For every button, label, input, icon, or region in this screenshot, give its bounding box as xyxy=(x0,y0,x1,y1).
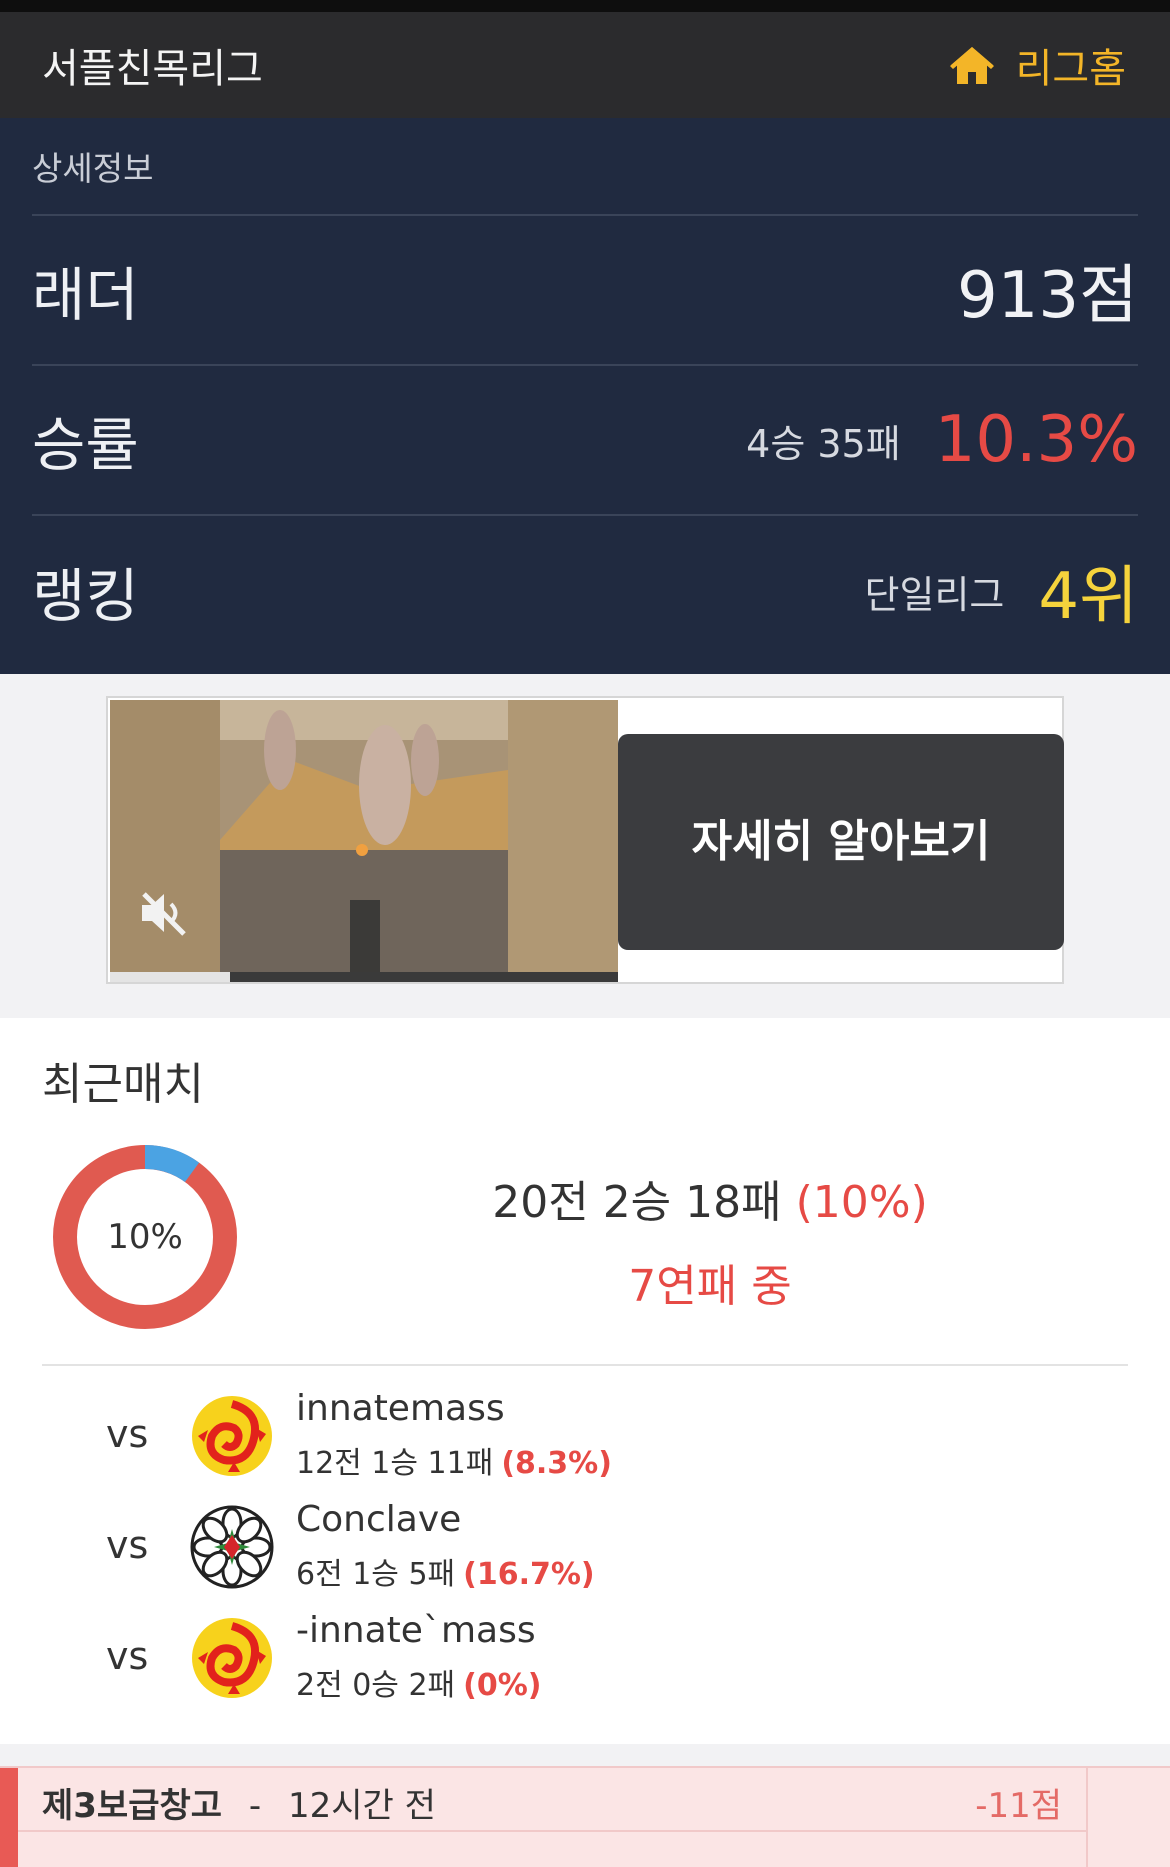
league-home-label: 리그홈 xyxy=(1015,46,1126,92)
opponent-pct: (0%) xyxy=(463,1668,542,1703)
ranking-league: 단일리그 xyxy=(864,572,1005,617)
winrate-row: 승률 4승 35패 10.3% xyxy=(32,366,1138,516)
donut-label: 10% xyxy=(107,1217,183,1257)
last-match-card[interactable]: 제3보급창고 - 12시간 전 -11점 xyxy=(0,1766,1170,1867)
recent-record: 20전 2승 18패 xyxy=(492,1177,782,1228)
last-match-separator: - xyxy=(248,1786,262,1826)
recent-summary: 20전 2승 18패 (10%) xyxy=(360,1166,1060,1230)
status-strip xyxy=(0,0,1170,12)
ladder-label: 래더 xyxy=(32,261,139,329)
ad-video[interactable] xyxy=(110,700,618,982)
winrate-value: 10.3% xyxy=(934,403,1138,477)
home-icon xyxy=(949,47,994,84)
vs-label: vs xyxy=(106,1412,149,1456)
opponent-pct: (8.3%) xyxy=(501,1446,612,1481)
opponent-record-text: 6전 1승 5패 xyxy=(296,1557,456,1592)
recent-pct: (10%) xyxy=(795,1177,928,1228)
league-home-link[interactable]: 리그홈 xyxy=(948,36,1126,94)
winrate-label: 승률 xyxy=(32,411,139,479)
opponent-record: 12전 1승 11패 (8.3%) xyxy=(296,1438,612,1482)
streak-text: 7연패 중 xyxy=(628,1261,792,1312)
dragon-emblem-icon xyxy=(192,1618,272,1698)
recent-matches-heading: 최근매치 xyxy=(42,1059,204,1110)
ranking-row: 랭킹 단일리그 4위 xyxy=(32,516,1138,666)
ad-video-frame xyxy=(110,700,618,982)
flower-emblem-icon xyxy=(190,1505,274,1589)
league-title: 서플친목리그 xyxy=(42,46,263,92)
ad-banner[interactable]: 자세히 알아보기 xyxy=(106,696,1064,984)
opponent-row[interactable]: vs -innate`mass 2전 0승 2패 (0%) xyxy=(0,1606,1170,1716)
opponent-record: 2전 0승 2패 (0%) xyxy=(296,1660,542,1704)
opponent-record-text: 12전 1승 11패 xyxy=(296,1446,494,1481)
opponent-record-text: 2전 0승 2패 xyxy=(296,1668,456,1703)
ladder-row: 래더 913점 xyxy=(32,216,1138,366)
opponent-record: 6전 1승 5패 (16.7%) xyxy=(296,1549,595,1593)
top-bar: 서플친목리그 리그홈 xyxy=(0,12,1170,118)
opponent-name: innatemass xyxy=(296,1388,505,1429)
details-panel: 상세정보 래더 913점 승률 4승 35패 10.3% 랭킹 단일리그 4위 xyxy=(0,118,1170,674)
opponent-pct: (16.7%) xyxy=(463,1557,595,1592)
dragon-emblem-icon xyxy=(192,1396,272,1476)
learn-more-button[interactable]: 자세히 알아보기 xyxy=(618,734,1064,950)
card-divider xyxy=(18,1830,1086,1832)
opponent-row[interactable]: vs Conclave 6전 1승 5패 (16.7%) xyxy=(0,1495,1170,1605)
ranking-value: 4위 xyxy=(1038,560,1138,634)
opponent-name: -innate`mass xyxy=(296,1610,536,1651)
section-gap xyxy=(0,1744,1170,1766)
mute-icon[interactable] xyxy=(138,890,190,936)
details-caption: 상세정보 xyxy=(32,118,1138,216)
winrate-record: 4승 35패 xyxy=(746,421,901,466)
card-separator xyxy=(1086,1768,1088,1867)
last-match-points: -11점 xyxy=(975,1786,1062,1826)
ladder-value: 913점 xyxy=(956,259,1138,333)
ranking-label: 랭킹 xyxy=(32,562,139,630)
last-match-header: 제3보급창고 - 12시간 전 xyxy=(42,1778,436,1827)
opponent-row[interactable]: vs innatemass 12전 1승 11패 (8.3%) xyxy=(0,1384,1170,1494)
loss-indicator-bar xyxy=(0,1768,18,1867)
vs-label: vs xyxy=(106,1634,149,1678)
opponent-name: Conclave xyxy=(296,1499,462,1540)
last-match-map: 제3보급창고 xyxy=(42,1786,223,1826)
vs-label: vs xyxy=(106,1523,149,1567)
divider xyxy=(42,1364,1128,1366)
last-match-time: 12시간 전 xyxy=(287,1786,436,1826)
